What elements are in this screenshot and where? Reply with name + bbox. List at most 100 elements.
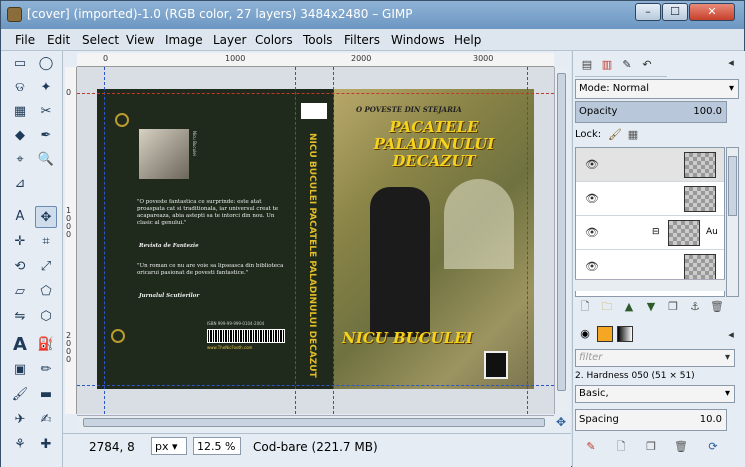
minimize-button[interactable]: – <box>635 3 661 21</box>
vscroll-thumb[interactable] <box>557 73 566 391</box>
pencil-icon[interactable]: ✏ <box>35 359 57 381</box>
horizontal-ruler[interactable]: 0 1000 2000 3000 <box>77 53 554 67</box>
brush-filter-input[interactable]: filter ▾ <box>575 349 735 367</box>
duplicate-layer-icon[interactable]: ❐ <box>665 299 681 315</box>
measure-icon[interactable]: ⊿ <box>9 173 31 195</box>
heal-icon[interactable]: ✚ <box>35 434 57 456</box>
zoom-select[interactable]: 12.5 % <box>193 437 241 455</box>
canvas-viewport[interactable]: Nicu Buculei "O poveste fantastica ce su… <box>77 67 554 414</box>
blend-icon[interactable]: ▣ <box>9 359 31 381</box>
mode-select[interactable]: Mode: Normal ▾ <box>575 79 739 99</box>
undo-history-tab-icon[interactable]: ↶ <box>639 57 655 73</box>
layers-tab-icon[interactable]: ▤ <box>579 57 595 73</box>
eraser-icon[interactable]: ▬ <box>35 384 57 406</box>
channels-tab-icon[interactable]: ▥ <box>599 57 615 73</box>
layers-hscroll[interactable] <box>575 279 725 291</box>
eye-icon[interactable]: 👁 <box>585 192 601 205</box>
paths-tab-icon[interactable]: ✎ <box>619 57 635 73</box>
color-picker-icon[interactable]: ⌖ <box>9 149 31 171</box>
layers-list[interactable]: 👁 👁 👁 ⊟ Au 👁 <box>575 147 725 297</box>
delete-brush-icon[interactable]: 🗑 <box>673 439 689 455</box>
new-layer-icon[interactable]: 🗋 <box>577 299 593 315</box>
dock-menu-icon[interactable]: ◂ <box>723 55 739 71</box>
menu-layer[interactable]: Layer <box>213 33 246 47</box>
menu-image[interactable]: Image <box>165 33 203 47</box>
clone-icon[interactable]: ⚘ <box>9 434 31 456</box>
guide-line[interactable] <box>77 385 554 386</box>
collapse-icon[interactable]: ⊟ <box>652 227 660 237</box>
menu-colors[interactable]: Colors <box>255 33 293 47</box>
vertical-ruler[interactable]: 0 1000 2000 <box>65 67 77 414</box>
raise-layer-icon[interactable]: ▲ <box>621 299 637 315</box>
unit-select[interactable]: px ▾ <box>151 437 187 455</box>
new-brush-icon[interactable]: 🗋 <box>613 439 629 455</box>
vertical-scrollbar[interactable] <box>554 67 568 414</box>
eye-icon[interactable]: 👁 <box>585 260 601 273</box>
scissors-icon[interactable]: ✂ <box>35 101 57 123</box>
zoom-icon[interactable]: 🔍 <box>35 149 57 171</box>
maximize-button[interactable]: ☐ <box>662 3 688 21</box>
shear-icon[interactable]: ▱ <box>9 281 31 303</box>
layers-vscroll[interactable] <box>726 147 739 297</box>
menu-view[interactable]: View <box>126 33 154 47</box>
ink-icon[interactable]: ✍ <box>35 409 57 431</box>
guide-line[interactable] <box>333 67 334 414</box>
paintbrush-icon[interactable]: 🖌 <box>9 384 31 406</box>
menu-edit[interactable]: Edit <box>47 33 70 47</box>
horizontal-scrollbar[interactable] <box>77 415 554 429</box>
menu-file[interactable]: File <box>15 33 35 47</box>
hscroll-thumb[interactable] <box>83 418 545 427</box>
brush-preset-select[interactable]: Basic, ▾ <box>575 385 735 403</box>
brush-dock-menu-icon[interactable]: ◂ <box>723 327 739 343</box>
navigate-icon[interactable]: ✥ <box>554 415 568 429</box>
crop-icon[interactable]: ⌗ <box>35 231 57 253</box>
new-group-icon[interactable]: 🗀 <box>599 299 615 315</box>
move-icon[interactable]: ✥ <box>35 206 57 228</box>
rotate-icon[interactable]: ⟲ <box>9 256 31 278</box>
menu-tools[interactable]: Tools <box>303 33 333 47</box>
perspective-icon[interactable]: ⬠ <box>35 281 57 303</box>
gradients-tab-icon[interactable] <box>617 326 633 342</box>
delete-layer-icon[interactable]: 🗑 <box>709 299 725 315</box>
text-icon[interactable]: A <box>9 334 31 356</box>
guide-line[interactable] <box>295 67 296 414</box>
patterns-tab-icon[interactable] <box>597 326 613 342</box>
flip-icon[interactable]: ⇋ <box>9 306 31 328</box>
text-tool-small-icon[interactable]: A <box>9 206 31 228</box>
paths-icon[interactable]: ✒ <box>35 125 57 147</box>
cage-icon[interactable]: ⬡ <box>35 306 57 328</box>
refresh-brushes-icon[interactable]: ⟳ <box>705 439 721 455</box>
duplicate-brush-icon[interactable]: ❐ <box>643 439 659 455</box>
opacity-slider[interactable]: Opacity 100.0 <box>575 101 727 123</box>
lower-layer-icon[interactable]: ▼ <box>643 299 659 315</box>
guide-line[interactable] <box>104 67 105 414</box>
airbrush-icon[interactable]: ✈ <box>9 409 31 431</box>
title-bar[interactable]: [cover] (imported)-1.0 (RGB color, 27 la… <box>1 1 744 29</box>
scale-icon[interactable]: ⤢ <box>35 256 57 278</box>
layer-row[interactable]: 👁 <box>576 148 724 182</box>
ellipse-select-icon[interactable]: ◯ <box>35 53 57 75</box>
eye-icon[interactable]: 👁 <box>585 158 601 171</box>
menu-filters[interactable]: Filters <box>344 33 380 47</box>
free-select-icon[interactable]: ଡ <box>9 77 31 99</box>
menu-windows[interactable]: Windows <box>391 33 445 47</box>
foreground-select-icon[interactable]: ◆ <box>9 125 31 147</box>
guide-line[interactable] <box>527 67 528 414</box>
anchor-layer-icon[interactable]: ⚓ <box>687 299 703 315</box>
layer-row[interactable]: 👁 ⊟ Au <box>576 216 724 250</box>
lock-alpha-icon[interactable]: ▦ <box>625 127 641 143</box>
eye-icon[interactable]: 👁 <box>585 226 601 239</box>
layer-row[interactable]: 👁 <box>576 182 724 216</box>
color-select-icon[interactable]: ▦ <box>9 101 31 123</box>
lock-pixels-icon[interactable]: 🖌 <box>607 127 623 143</box>
align-icon[interactable]: ✛ <box>9 231 31 253</box>
bucket-fill-icon[interactable]: ⛽ <box>35 334 57 356</box>
rect-select-icon[interactable]: ▭ <box>9 53 31 75</box>
guide-line[interactable] <box>77 93 554 94</box>
brushes-tab-icon[interactable]: ◉ <box>577 326 593 342</box>
close-button[interactable]: ✕ <box>689 3 735 21</box>
menu-help[interactable]: Help <box>454 33 481 47</box>
edit-brush-icon[interactable]: ✎ <box>583 439 599 455</box>
spacing-slider[interactable]: Spacing 10.0 <box>575 409 727 431</box>
layers-vscroll-thumb[interactable] <box>728 156 737 216</box>
